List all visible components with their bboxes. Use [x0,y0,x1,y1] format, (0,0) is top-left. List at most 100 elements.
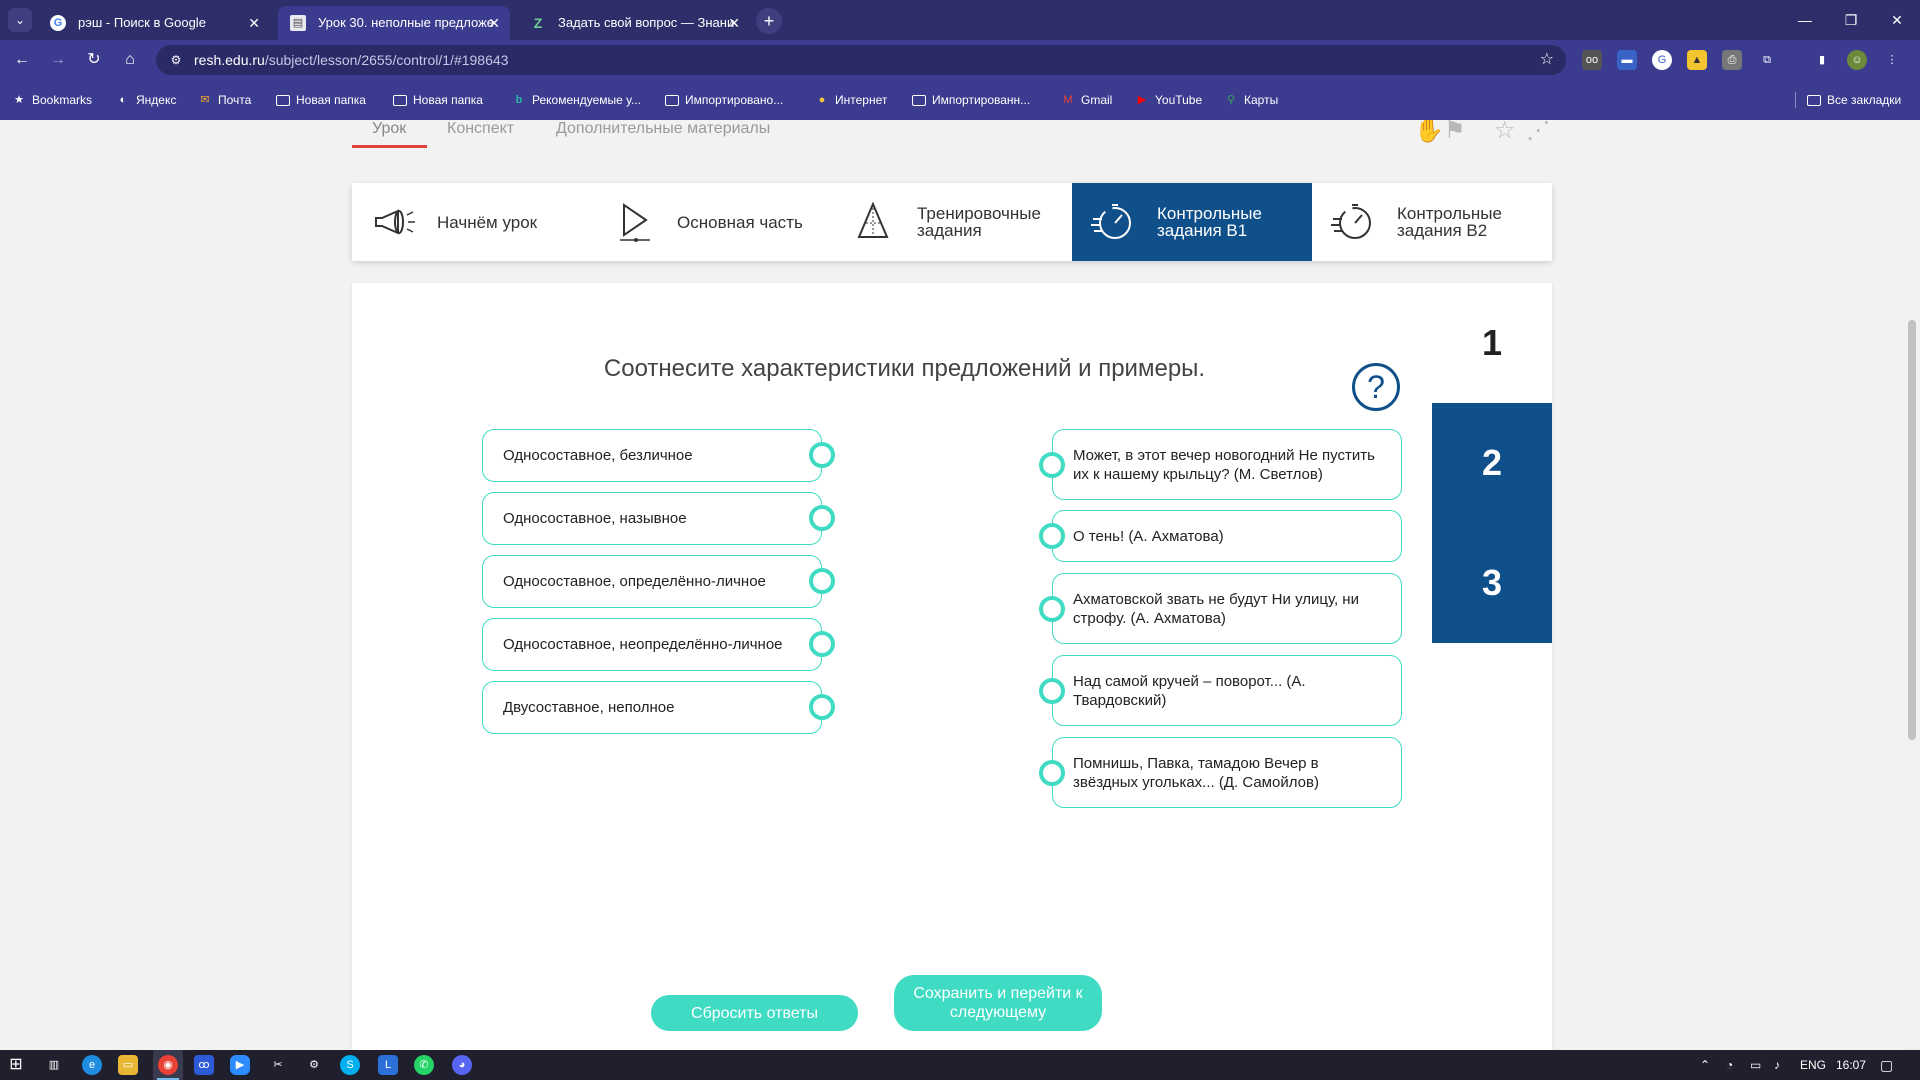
browser-tab-lesson[interactable]: ▤ Урок 30. неполные предложе ✕ [278,6,510,40]
step-start-lesson[interactable]: Начнём урок [352,183,592,261]
step-control-b2[interactable]: Контрольные задания В2 [1312,183,1552,261]
bookmark-item[interactable]: ● Интернет [815,80,888,120]
extension-printer-icon[interactable]: ⎙ [1722,50,1742,70]
whatsapp-icon[interactable]: ✆ [414,1055,434,1075]
match-right-item[interactable]: О тень! (А. Ахматова) [1039,510,1402,562]
translate-extension-icon[interactable]: G [1652,50,1672,70]
settings-gear-icon[interactable]: ⚙ [304,1055,324,1075]
subnav-tab-lesson[interactable]: Урок [372,120,406,138]
task-number-2[interactable]: 2 [1432,403,1552,523]
notifications-icon[interactable]: ▢ [1880,1050,1893,1080]
match-connector-dot[interactable] [1039,759,1065,786]
side-panel-icon[interactable]: ▮ [1812,50,1832,70]
dislike-icon[interactable]: ✋ [1414,120,1444,145]
tab-search-button[interactable]: ⌄ [8,8,32,32]
tray-app-icon[interactable]: ◔ [1726,1050,1733,1080]
forward-icon[interactable]: → [46,48,70,72]
match-connector-dot[interactable] [809,568,835,594]
match-right-item[interactable]: Над самой кручей – поворот... (А. Твардо… [1039,655,1402,726]
address-bar[interactable]: ⚙ resh.edu.ru/subject/lesson/2655/contro… [156,45,1566,75]
close-window-button[interactable]: ✕ [1874,0,1920,40]
bookmark-item[interactable]: b Рекомендуемые у... [512,80,641,120]
flag-icon[interactable]: ⚑ [1444,120,1466,145]
extension-icon[interactable]: oo [1582,50,1602,70]
favorite-star-icon[interactable]: ☆ [1494,120,1516,145]
skype-icon[interactable]: S [340,1055,360,1075]
task-number-3[interactable]: 3 [1432,523,1552,643]
network-icon[interactable]: ▭ [1750,1050,1761,1080]
bookmark-item[interactable]: ★ Bookmarks [12,80,92,120]
windows-start-icon[interactable]: ⊞ [6,1055,26,1075]
match-left-item[interactable]: Односоставное, назывное [482,492,835,545]
bookmark-item[interactable]: ⚲ Карты [1224,80,1278,120]
match-left-item[interactable]: Односоставное, неопределённо-личное [482,618,835,671]
bookmark-item[interactable]: M Gmail [1061,80,1112,120]
match-connector-dot[interactable] [809,505,835,531]
close-tab-icon[interactable]: ✕ [488,6,500,40]
extensions-puzzle-icon[interactable]: ⧉ [1757,50,1777,70]
match-right-item[interactable]: Ахматовской звать не будут Ни улицу, ни … [1039,573,1402,644]
task-number-1[interactable]: 1 [1432,283,1552,403]
match-right-item[interactable]: Помнишь, Павка, тамадою Вечер в звёздных… [1039,737,1402,808]
match-connector-dot[interactable] [1039,595,1065,622]
match-left-item[interactable]: Односоставное, безличное [482,429,835,482]
save-and-next-button[interactable]: Сохранить и перейти к следующему [894,975,1102,1031]
back-icon[interactable]: ← [10,48,34,72]
file-explorer-icon[interactable]: ▭ [118,1055,138,1075]
match-left-item[interactable]: Двусоставное, неполное [482,681,835,734]
bookmark-item[interactable]: Импортированн... [912,80,1030,120]
discord-icon[interactable]: ◕ [452,1055,472,1075]
share-icon[interactable]: ⋰ [1526,120,1550,145]
zoom-icon[interactable]: ▶ [230,1055,250,1075]
extension-chat-icon[interactable]: ▬ [1617,50,1637,70]
scrollbar-thumb[interactable] [1908,320,1916,740]
match-connector-dot[interactable] [809,631,835,657]
reset-answers-button[interactable]: Сбросить ответы [651,995,858,1031]
bookmark-item[interactable]: Новая папка [393,80,483,120]
reload-icon[interactable]: ↻ [82,48,106,72]
snipping-tool-icon[interactable]: ✂ [268,1055,288,1075]
match-connector-dot[interactable] [1039,451,1065,478]
help-button[interactable]: ? [1352,363,1400,411]
browser-tab-znanija[interactable]: Z Задать свой вопрос — Знани ✕ [518,6,750,40]
bookmark-item[interactable]: ▶ YouTube [1135,80,1202,120]
app-icon[interactable]: ꝏ [194,1055,214,1075]
browser-tab-google[interactable]: G рэш - Поиск в Google ✕ [38,6,270,40]
language-indicator[interactable]: ENG [1800,1050,1826,1080]
subnav-tab-materials[interactable]: Дополнительные материалы [556,120,770,138]
close-tab-icon[interactable]: ✕ [248,6,260,40]
edge-icon[interactable]: e [82,1055,102,1075]
minimize-window-button[interactable]: — [1782,0,1828,40]
bookmark-item[interactable]: Новая папка [276,80,366,120]
match-connector-dot[interactable] [1039,677,1065,704]
step-main-part[interactable]: Основная часть [592,183,832,261]
restore-window-button[interactable]: ❐ [1828,0,1874,40]
profile-avatar[interactable]: ☺ [1847,50,1867,70]
app-l-icon[interactable]: L [378,1055,398,1075]
tray-expand-icon[interactable]: ⌃ [1700,1050,1710,1080]
site-info-icon[interactable]: ⚙ [168,52,184,68]
all-bookmarks-button[interactable]: Все закладки [1807,80,1901,120]
match-connector-dot[interactable] [809,694,835,720]
bookmark-item[interactable]: ✉ Почта [198,80,251,120]
match-connector-dot[interactable] [1039,523,1065,549]
chrome-icon[interactable]: ◉ [158,1055,178,1075]
match-right-item[interactable]: Может, в этот вечер новогодний Не пустит… [1039,429,1402,500]
match-left-item[interactable]: Односоставное, определённо-личное [482,555,835,608]
browser-menu-icon[interactable]: ⋮ [1882,50,1902,70]
step-training-tasks[interactable]: Тренировочные задания [832,183,1072,261]
clock[interactable]: 16:07 [1836,1050,1866,1080]
extension-drive-icon[interactable]: ▲ [1687,50,1707,70]
bookmark-item[interactable]: Импортировано... [665,80,783,120]
task-view-icon[interactable]: ▥ [44,1055,64,1075]
match-connector-dot[interactable] [809,442,835,468]
bookmark-star-icon[interactable]: ☆ [1540,45,1554,75]
close-tab-icon[interactable]: ✕ [728,6,740,40]
subnav-tab-summary[interactable]: Конспект [447,120,514,138]
step-control-b1[interactable]: Контрольные задания В1 [1072,183,1312,261]
url-text[interactable]: resh.edu.ru/subject/lesson/2655/control/… [194,45,508,75]
new-tab-button[interactable]: + [756,8,782,34]
volume-icon[interactable]: ♪ [1774,1050,1780,1080]
home-icon[interactable]: ⌂ [118,48,142,72]
page-scrollbar[interactable] [1904,120,1920,1050]
